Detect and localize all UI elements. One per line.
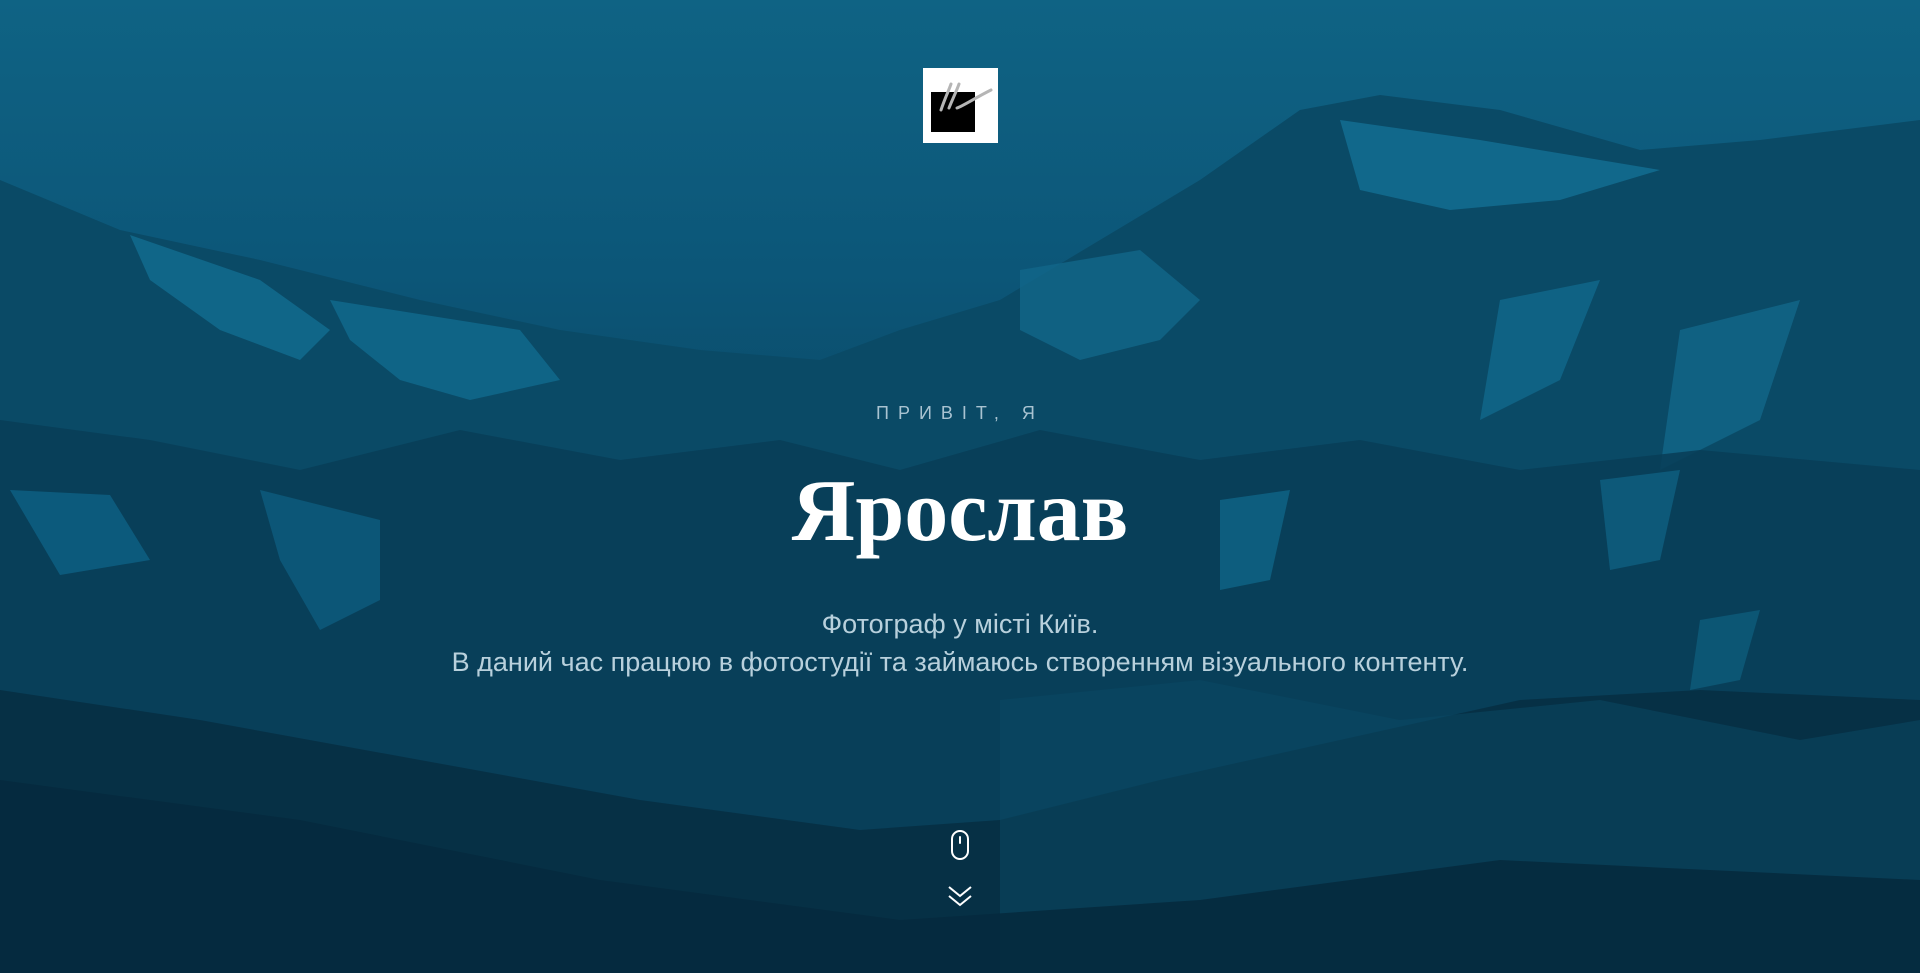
chevron-double-down-icon[interactable] <box>946 884 974 910</box>
mouse-icon <box>951 830 969 860</box>
description-line: Фотограф у місті Київ. <box>821 609 1099 639</box>
signature-logo-icon <box>939 82 993 112</box>
hero-description: Фотограф у місті Київ. В даний час працю… <box>0 605 1920 681</box>
description-line: В даний час працюю в фотостудії та займа… <box>451 647 1469 677</box>
hero-section: ПРИВІТ, Я Ярослав Фотограф у місті Київ.… <box>0 0 1920 973</box>
greeting-text: ПРИВІТ, Я <box>876 403 1044 423</box>
logo[interactable] <box>923 68 998 143</box>
hero-title: Ярослав <box>791 463 1129 560</box>
